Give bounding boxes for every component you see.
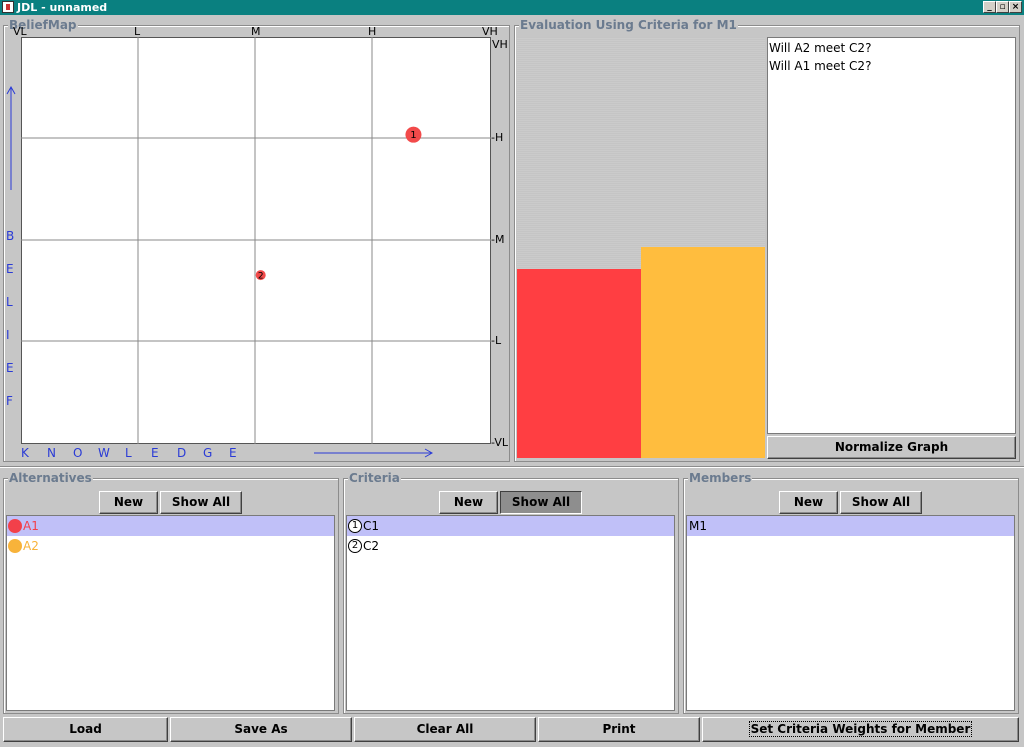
minimize-icon[interactable]: _: [983, 1, 996, 13]
belief-letter: E: [6, 361, 14, 375]
criterion-item-c1[interactable]: 1 C1: [347, 516, 674, 536]
right-label-vh: VH: [492, 38, 508, 51]
knowledge-arrow-icon: [314, 448, 434, 458]
criterion-number-icon: 1: [348, 519, 362, 533]
evaluation-bar-a2: [641, 247, 765, 458]
alternative-item-a2[interactable]: A2: [7, 536, 334, 556]
question-item[interactable]: Will A1 meet C2?: [769, 57, 871, 75]
alternative-label: A2: [23, 539, 39, 553]
maximize-icon[interactable]: ▫: [996, 1, 1009, 13]
knowledge-letter: E: [229, 446, 237, 460]
criteria-list[interactable]: 1 C1 2 C2: [346, 515, 675, 711]
knowledge-letter: L: [125, 446, 132, 460]
belief-letter: L: [6, 295, 13, 309]
belief-point-label: 2: [258, 272, 264, 282]
new-member-button[interactable]: New: [779, 491, 838, 514]
members-list[interactable]: M1: [686, 515, 1015, 711]
knowledge-letter: K: [21, 446, 29, 460]
show-all-alternatives-button[interactable]: Show All: [160, 491, 242, 514]
alternatives-title: Alternatives: [8, 471, 93, 485]
criterion-number-icon: 2: [348, 539, 362, 553]
evaluation-bar-a1: [517, 269, 641, 458]
belief-point-label: 1: [410, 130, 416, 141]
belief-arrow-icon: [6, 86, 16, 190]
alternative-item-a1[interactable]: A1: [7, 516, 334, 536]
clear-all-button[interactable]: Clear All: [354, 717, 536, 742]
right-label-l: -L: [491, 334, 502, 347]
alternative-label: A1: [23, 519, 39, 533]
knowledge-letter: D: [177, 446, 187, 460]
title-bar: JDL - unnamed _ ▫ ×: [0, 0, 1024, 15]
show-all-members-button[interactable]: Show All: [840, 491, 922, 514]
evaluation-title: Evaluation Using Criteria for M1: [519, 18, 738, 32]
print-button[interactable]: Print: [538, 717, 700, 742]
load-button[interactable]: Load: [3, 717, 168, 742]
belief-letter: F: [6, 394, 13, 408]
alternative-color-icon: [8, 519, 22, 533]
alternatives-list[interactable]: A1 A2: [6, 515, 335, 711]
criterion-label: C2: [363, 539, 380, 553]
right-label-h: -H: [491, 131, 504, 144]
right-label-vl: -VL: [491, 436, 508, 449]
criterion-label: C1: [363, 519, 380, 533]
normalize-graph-button[interactable]: Normalize Graph: [767, 436, 1016, 459]
knowledge-letter: E: [151, 446, 159, 460]
set-criteria-weights-button[interactable]: Set Criteria Weights for Member: [702, 717, 1019, 742]
alternative-color-icon: [8, 539, 22, 553]
criteria-title: Criteria: [348, 471, 401, 485]
show-all-criteria-button[interactable]: Show All: [500, 491, 582, 514]
members-title: Members: [688, 471, 753, 485]
member-label: M1: [689, 519, 707, 533]
belief-letter: I: [6, 328, 10, 342]
questions-list[interactable]: Will A2 meet C2? Will A1 meet C2?: [767, 37, 1016, 434]
close-icon[interactable]: ×: [1009, 1, 1022, 13]
panel-divider: [0, 466, 1024, 468]
java-app-icon: [2, 1, 14, 13]
right-label-m: -M: [491, 233, 505, 246]
member-item-m1[interactable]: M1: [687, 516, 1014, 536]
set-criteria-weights-label: Set Criteria Weights for Member: [748, 721, 973, 737]
question-item[interactable]: Will A2 meet C2?: [769, 39, 871, 57]
knowledge-letter: W: [98, 446, 110, 460]
save-as-button[interactable]: Save As: [170, 717, 352, 742]
belief-letter: E: [6, 262, 14, 276]
criterion-item-c2[interactable]: 2 C2: [347, 536, 674, 556]
knowledge-letter: N: [47, 446, 56, 460]
evaluation-graph: [517, 37, 765, 458]
knowledge-letter: O: [73, 446, 83, 460]
belief-letter: B: [6, 229, 15, 243]
new-criterion-button[interactable]: New: [439, 491, 498, 514]
window-title: JDL - unnamed: [17, 1, 108, 14]
beliefmap-plot[interactable]: 12: [21, 37, 491, 444]
knowledge-letter: G: [203, 446, 213, 460]
new-alternative-button[interactable]: New: [99, 491, 158, 514]
